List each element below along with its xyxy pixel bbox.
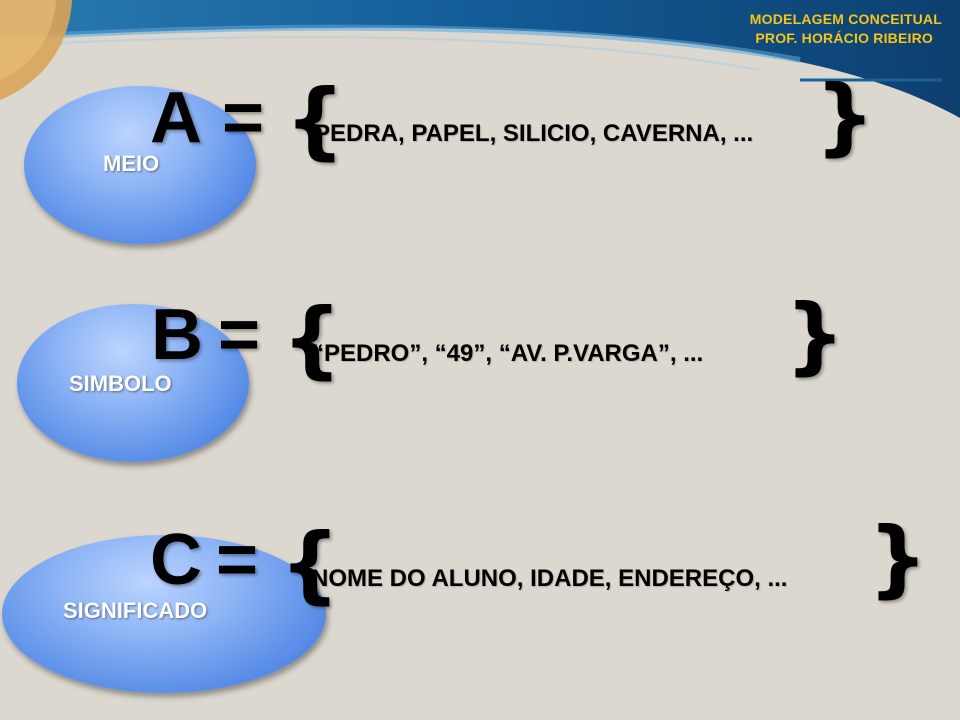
close-brace-b: }: [785, 286, 845, 384]
set-items-a: PEDRA, PAPEL, SILICIO, CAVERNA, ...: [314, 120, 754, 147]
slide: MODELAGEM CONCEITUAL PROF. HORÁCIO RIBEI…: [0, 0, 960, 720]
equals-sign-a: =: [222, 78, 265, 158]
concept-label-significado: SIGNIFICADO: [63, 598, 208, 623]
set-items-c: NOME DO ALUNO, IDADE, ENDEREÇO, ...: [311, 565, 788, 592]
set-variable-a: A: [150, 78, 202, 158]
open-brace-c: {: [280, 515, 340, 613]
course-title: MODELAGEM CONCEITUAL: [749, 11, 942, 27]
equals-sign-b: =: [218, 295, 261, 375]
set-items-b: “PEDRO”, “49”, “AV. P.VARGA”, ...: [312, 340, 704, 367]
set-variable-b: B: [151, 295, 203, 375]
close-brace-c: }: [868, 509, 928, 607]
set-variable-c: C: [150, 520, 202, 600]
professor-name: PROF. HORÁCIO RIBEIRO: [755, 30, 933, 46]
open-brace-b: {: [282, 290, 342, 388]
close-brace-a: }: [815, 67, 875, 165]
equals-sign-c: =: [216, 520, 259, 600]
